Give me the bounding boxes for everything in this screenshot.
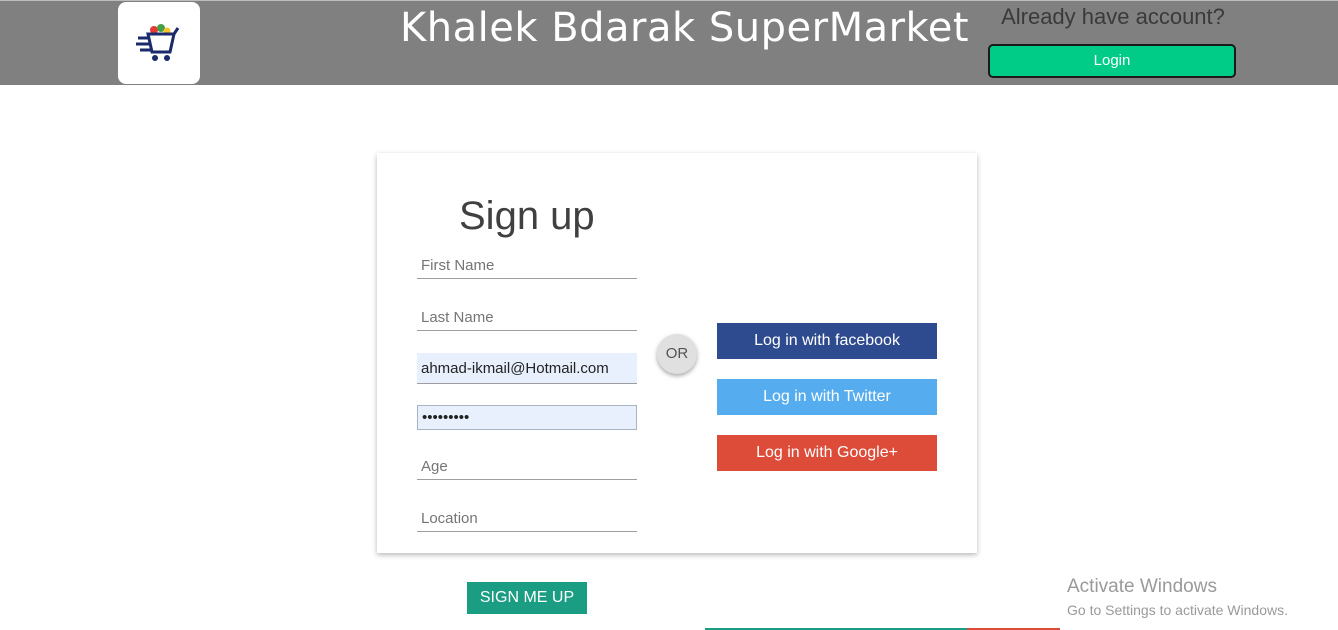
facebook-login-button[interactable]: Log in with facebook — [717, 323, 937, 359]
age-field[interactable] — [417, 454, 637, 480]
already-have-account-text: Already have account? — [1001, 4, 1225, 29]
signup-title: Sign up — [459, 194, 595, 238]
activate-windows-title: Activate Windows — [1067, 576, 1217, 597]
google-login-button[interactable]: Log in with Google+ — [717, 435, 937, 471]
or-divider: OR — [657, 334, 697, 374]
signup-card: Sign up OR Log in with facebook Log in w… — [377, 153, 977, 553]
email-field[interactable] — [417, 353, 637, 384]
password-field[interactable] — [417, 405, 637, 430]
site-title: Khalek Bdarak SuperMarket — [400, 5, 970, 51]
cart-logo-icon — [136, 24, 180, 61]
login-button[interactable]: Login — [988, 44, 1236, 78]
last-name-field[interactable] — [417, 305, 637, 331]
twitter-login-button[interactable]: Log in with Twitter — [717, 379, 937, 415]
activate-windows-watermark: Activate Windows Go to Settings to activ… — [1067, 576, 1288, 620]
sign-me-up-button[interactable]: SIGN ME UP — [467, 582, 587, 614]
activate-windows-subtitle: Go to Settings to activate Windows. — [1067, 602, 1288, 618]
first-name-field[interactable] — [417, 253, 637, 279]
top-header: Khalek Bdarak SuperMarket Already have a… — [0, 0, 1338, 85]
location-field[interactable] — [417, 506, 637, 532]
logo[interactable] — [118, 2, 200, 84]
